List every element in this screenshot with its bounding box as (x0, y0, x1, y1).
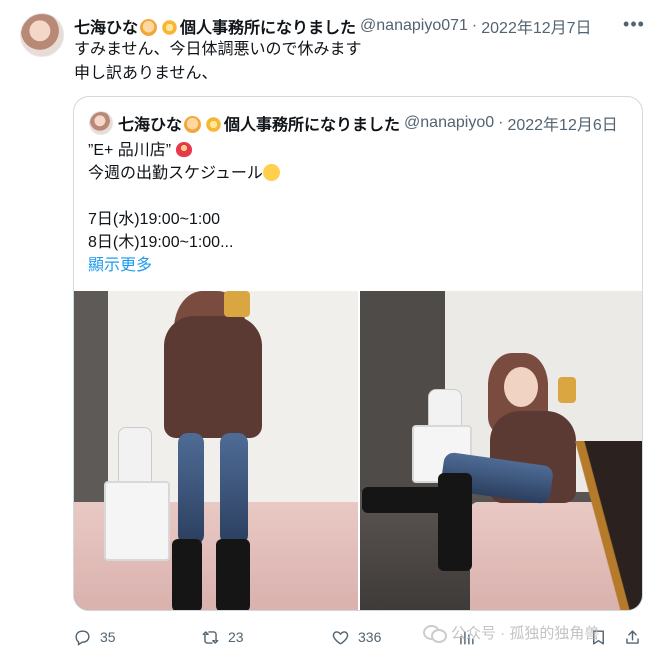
quoted-author-avatar (89, 111, 113, 135)
quoted-line-2: 今週の出勤スケジュール (88, 165, 263, 182)
photo-1[interactable] (74, 291, 358, 610)
watermark-text: 公众号 · 孤独的独角兽 (451, 625, 600, 642)
photo-boot (216, 539, 250, 610)
author-handle[interactable]: @nanapiyo071 (360, 17, 468, 35)
quoted-tweet-date: 2022年12月6日 (507, 117, 618, 134)
photo-leg (220, 433, 248, 545)
quoted-line-4: 7日(水)19:00~1:00 (88, 211, 221, 228)
photo-leg (178, 433, 204, 545)
tweet-header: 七海ひな 個人事務所になりました @nanapiyo071 · 2022年12月7… (74, 14, 648, 38)
photo-phone (558, 377, 576, 403)
retweet-count: 23 (228, 629, 244, 645)
emoji-icon (184, 116, 202, 133)
quoted-author-handle: @nanapiyo0 (404, 114, 495, 131)
more-icon[interactable]: ••• (622, 12, 646, 36)
watermark: 公众号 · 孤独的独角兽 (423, 622, 599, 643)
photo-boot (362, 487, 450, 513)
quoted-author-name: 七海ひな 個人事務所になりました (118, 111, 400, 135)
reply-icon (75, 629, 90, 646)
author-avatar[interactable] (20, 13, 64, 57)
like-button[interactable]: 336 (331, 628, 381, 647)
photo-mirror-frame (574, 441, 642, 610)
photo-2[interactable] (360, 291, 642, 610)
photo-phone (224, 291, 250, 317)
photo-top (164, 316, 262, 438)
photo-boot (438, 473, 472, 571)
quoted-name-suffix: 個人事務所になりました (224, 117, 401, 134)
photo-boot (172, 539, 202, 610)
flower-emoji-icon (205, 116, 223, 133)
like-count: 336 (358, 629, 382, 645)
author-name[interactable]: 七海ひな 個人事務所になりました (74, 14, 356, 38)
photo-grid (74, 291, 642, 610)
separator-dot: · (498, 114, 504, 131)
reply-count: 35 (100, 629, 116, 645)
tweet-text: すみません、今日体調悪いので休みます 申し訳ありません、 (74, 38, 362, 86)
quoted-tweet-header: 七海ひな 個人事務所になりました @nanapiyo0 · 2022年12月6日 (118, 112, 634, 134)
share-icon (626, 629, 639, 644)
heart-emoji-icon (175, 142, 192, 157)
heart-icon (332, 630, 349, 645)
retweet-icon (202, 630, 219, 644)
quoted-line-1: ”E+ 品川店” (88, 142, 172, 159)
separator-dot: · (471, 17, 478, 34)
share-button[interactable] (623, 628, 642, 647)
wechat-logo-icon (423, 624, 447, 643)
tweet-text-line: 申し訳ありません、 (74, 65, 218, 82)
pleading-face-emoji-icon (262, 164, 280, 181)
reply-button[interactable]: 35 (73, 628, 116, 647)
quoted-line-5: 8日(木)19:00~1:00... (88, 234, 234, 251)
photo-face (504, 367, 538, 407)
quoted-display-name: 七海ひな (118, 117, 183, 134)
tweet-date[interactable]: 2022年12月7日 (481, 14, 591, 38)
photo-heater (104, 481, 170, 561)
quoted-tweet-text: ”E+ 品川店” 今週の出勤スケジュール 7日(水)19:00~1:00 8日(… (88, 139, 280, 277)
emoji-icon (140, 19, 158, 36)
author-name-suffix: 個人事務所になりました (180, 20, 357, 37)
quoted-line-3 (88, 185, 280, 208)
show-more-link[interactable]: 顯示更多 (88, 254, 280, 277)
tweet-text-line: すみません、今日体調悪いので休みます (74, 41, 362, 58)
flower-emoji-icon (161, 19, 179, 36)
author-display-name: 七海ひな (74, 20, 139, 37)
photo-humidifier (118, 427, 152, 485)
retweet-button[interactable]: 23 (201, 628, 244, 647)
quoted-tweet[interactable]: 七海ひな 個人事務所になりました @nanapiyo0 · 2022年12月6日 … (73, 96, 643, 611)
